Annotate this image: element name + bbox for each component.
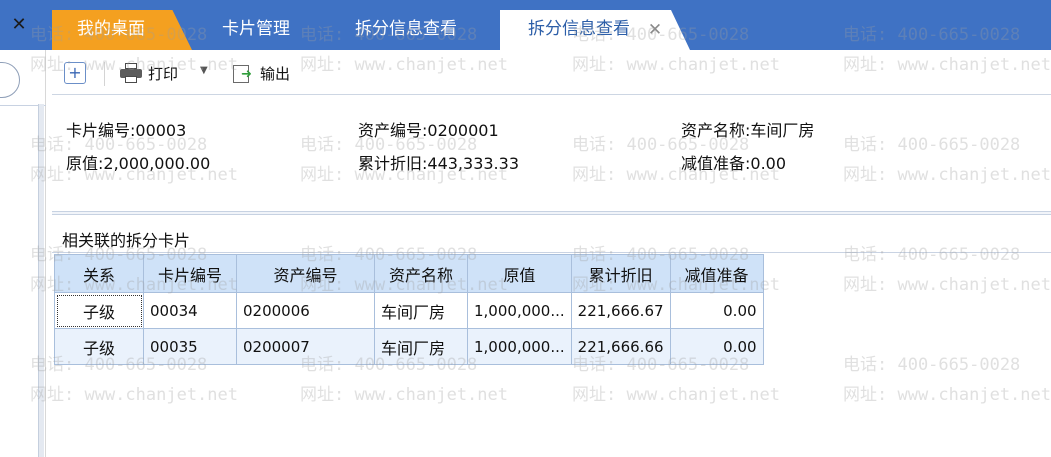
cell-relation[interactable]: 子级	[54, 328, 144, 365]
toolbar: + 打印 ▼ ➜ 输出	[46, 50, 1051, 94]
cell-asset-name[interactable]: 车间厂房	[374, 328, 468, 365]
cell-asset-no[interactable]: 0200007	[236, 328, 375, 365]
tab-card-management[interactable]: 卡片管理	[196, 10, 316, 50]
table-header-row: 关系 卡片编号 资产编号 资产名称 原值 累计折旧 减值准备	[54, 254, 764, 293]
card-info-panel: 卡片编号:00003 资产编号:0200001 资产名称:车间厂房 原值:2,0…	[52, 94, 1051, 212]
print-dropdown-icon[interactable]: ▼	[200, 64, 212, 78]
cell-card-no[interactable]: 00035	[143, 328, 237, 365]
print-button[interactable]: 打印	[120, 60, 178, 86]
table-row[interactable]: 子级 00034 0200006 车间厂房 1,000,000... 221,6…	[54, 292, 764, 329]
related-cards-title: 相关联的拆分卡片	[62, 231, 191, 250]
tab-split-info-1[interactable]: 拆分信息查看	[331, 10, 481, 50]
info-original-value: 原值:2,000,000.00	[66, 154, 211, 173]
tab-close-icon[interactable]: ✕	[646, 20, 664, 40]
left-scrollbar[interactable]	[38, 104, 44, 457]
info-impairment: 减值准备:0.00	[681, 154, 787, 173]
add-icon[interactable]: +	[64, 62, 86, 84]
col-header-asset-name[interactable]: 资产名称	[374, 254, 468, 293]
col-header-original[interactable]: 原值	[467, 254, 572, 293]
col-header-card-no[interactable]: 卡片编号	[143, 254, 237, 293]
export-button[interactable]: ➜ 输出	[232, 60, 290, 86]
info-asset-no: 资产编号:0200001	[358, 121, 499, 140]
cell-asset-no[interactable]: 0200006	[236, 292, 375, 329]
info-card-no: 卡片编号:00003	[66, 121, 187, 140]
cell-original[interactable]: 1,000,000...	[467, 328, 572, 365]
info-asset-name: 资产名称:车间厂房	[681, 121, 815, 140]
cell-impairment[interactable]: 0.00	[669, 328, 764, 365]
toolbar-separator	[104, 62, 105, 86]
cell-asset-name[interactable]: 车间厂房	[374, 292, 468, 329]
left-close-icon[interactable]: ✕	[8, 14, 30, 36]
section-divider	[52, 211, 1051, 215]
cell-original[interactable]: 1,000,000...	[467, 292, 572, 329]
col-header-asset-no[interactable]: 资产编号	[236, 254, 375, 293]
col-header-impairment[interactable]: 减值准备	[669, 254, 764, 293]
info-accum-depr: 累计折旧:443,333.33	[358, 154, 520, 173]
export-icon: ➜	[232, 63, 254, 83]
cell-accum-depr[interactable]: 221,666.67	[570, 292, 671, 329]
cell-accum-depr[interactable]: 221,666.66	[570, 328, 671, 365]
col-header-relation[interactable]: 关系	[54, 254, 144, 293]
tab-my-desktop[interactable]: 我的桌面	[52, 10, 192, 50]
printer-icon	[120, 63, 142, 83]
tab-bar: 我的桌面 卡片管理 拆分信息查看 拆分信息查看 ✕	[46, 0, 1051, 50]
cell-card-no[interactable]: 00034	[143, 292, 237, 329]
col-header-accum-depr[interactable]: 累计折旧	[570, 254, 671, 293]
print-label: 打印	[148, 64, 179, 83]
related-cards-table: 关系 卡片编号 资产编号 资产名称 原值 累计折旧 减值准备 子级 00034 …	[54, 254, 764, 365]
table-row[interactable]: 子级 00035 0200007 车间厂房 1,000,000... 221,6…	[54, 328, 764, 365]
cell-impairment[interactable]: 0.00	[669, 292, 764, 329]
export-label: 输出	[260, 64, 291, 83]
cell-relation[interactable]: 子级	[54, 292, 144, 329]
